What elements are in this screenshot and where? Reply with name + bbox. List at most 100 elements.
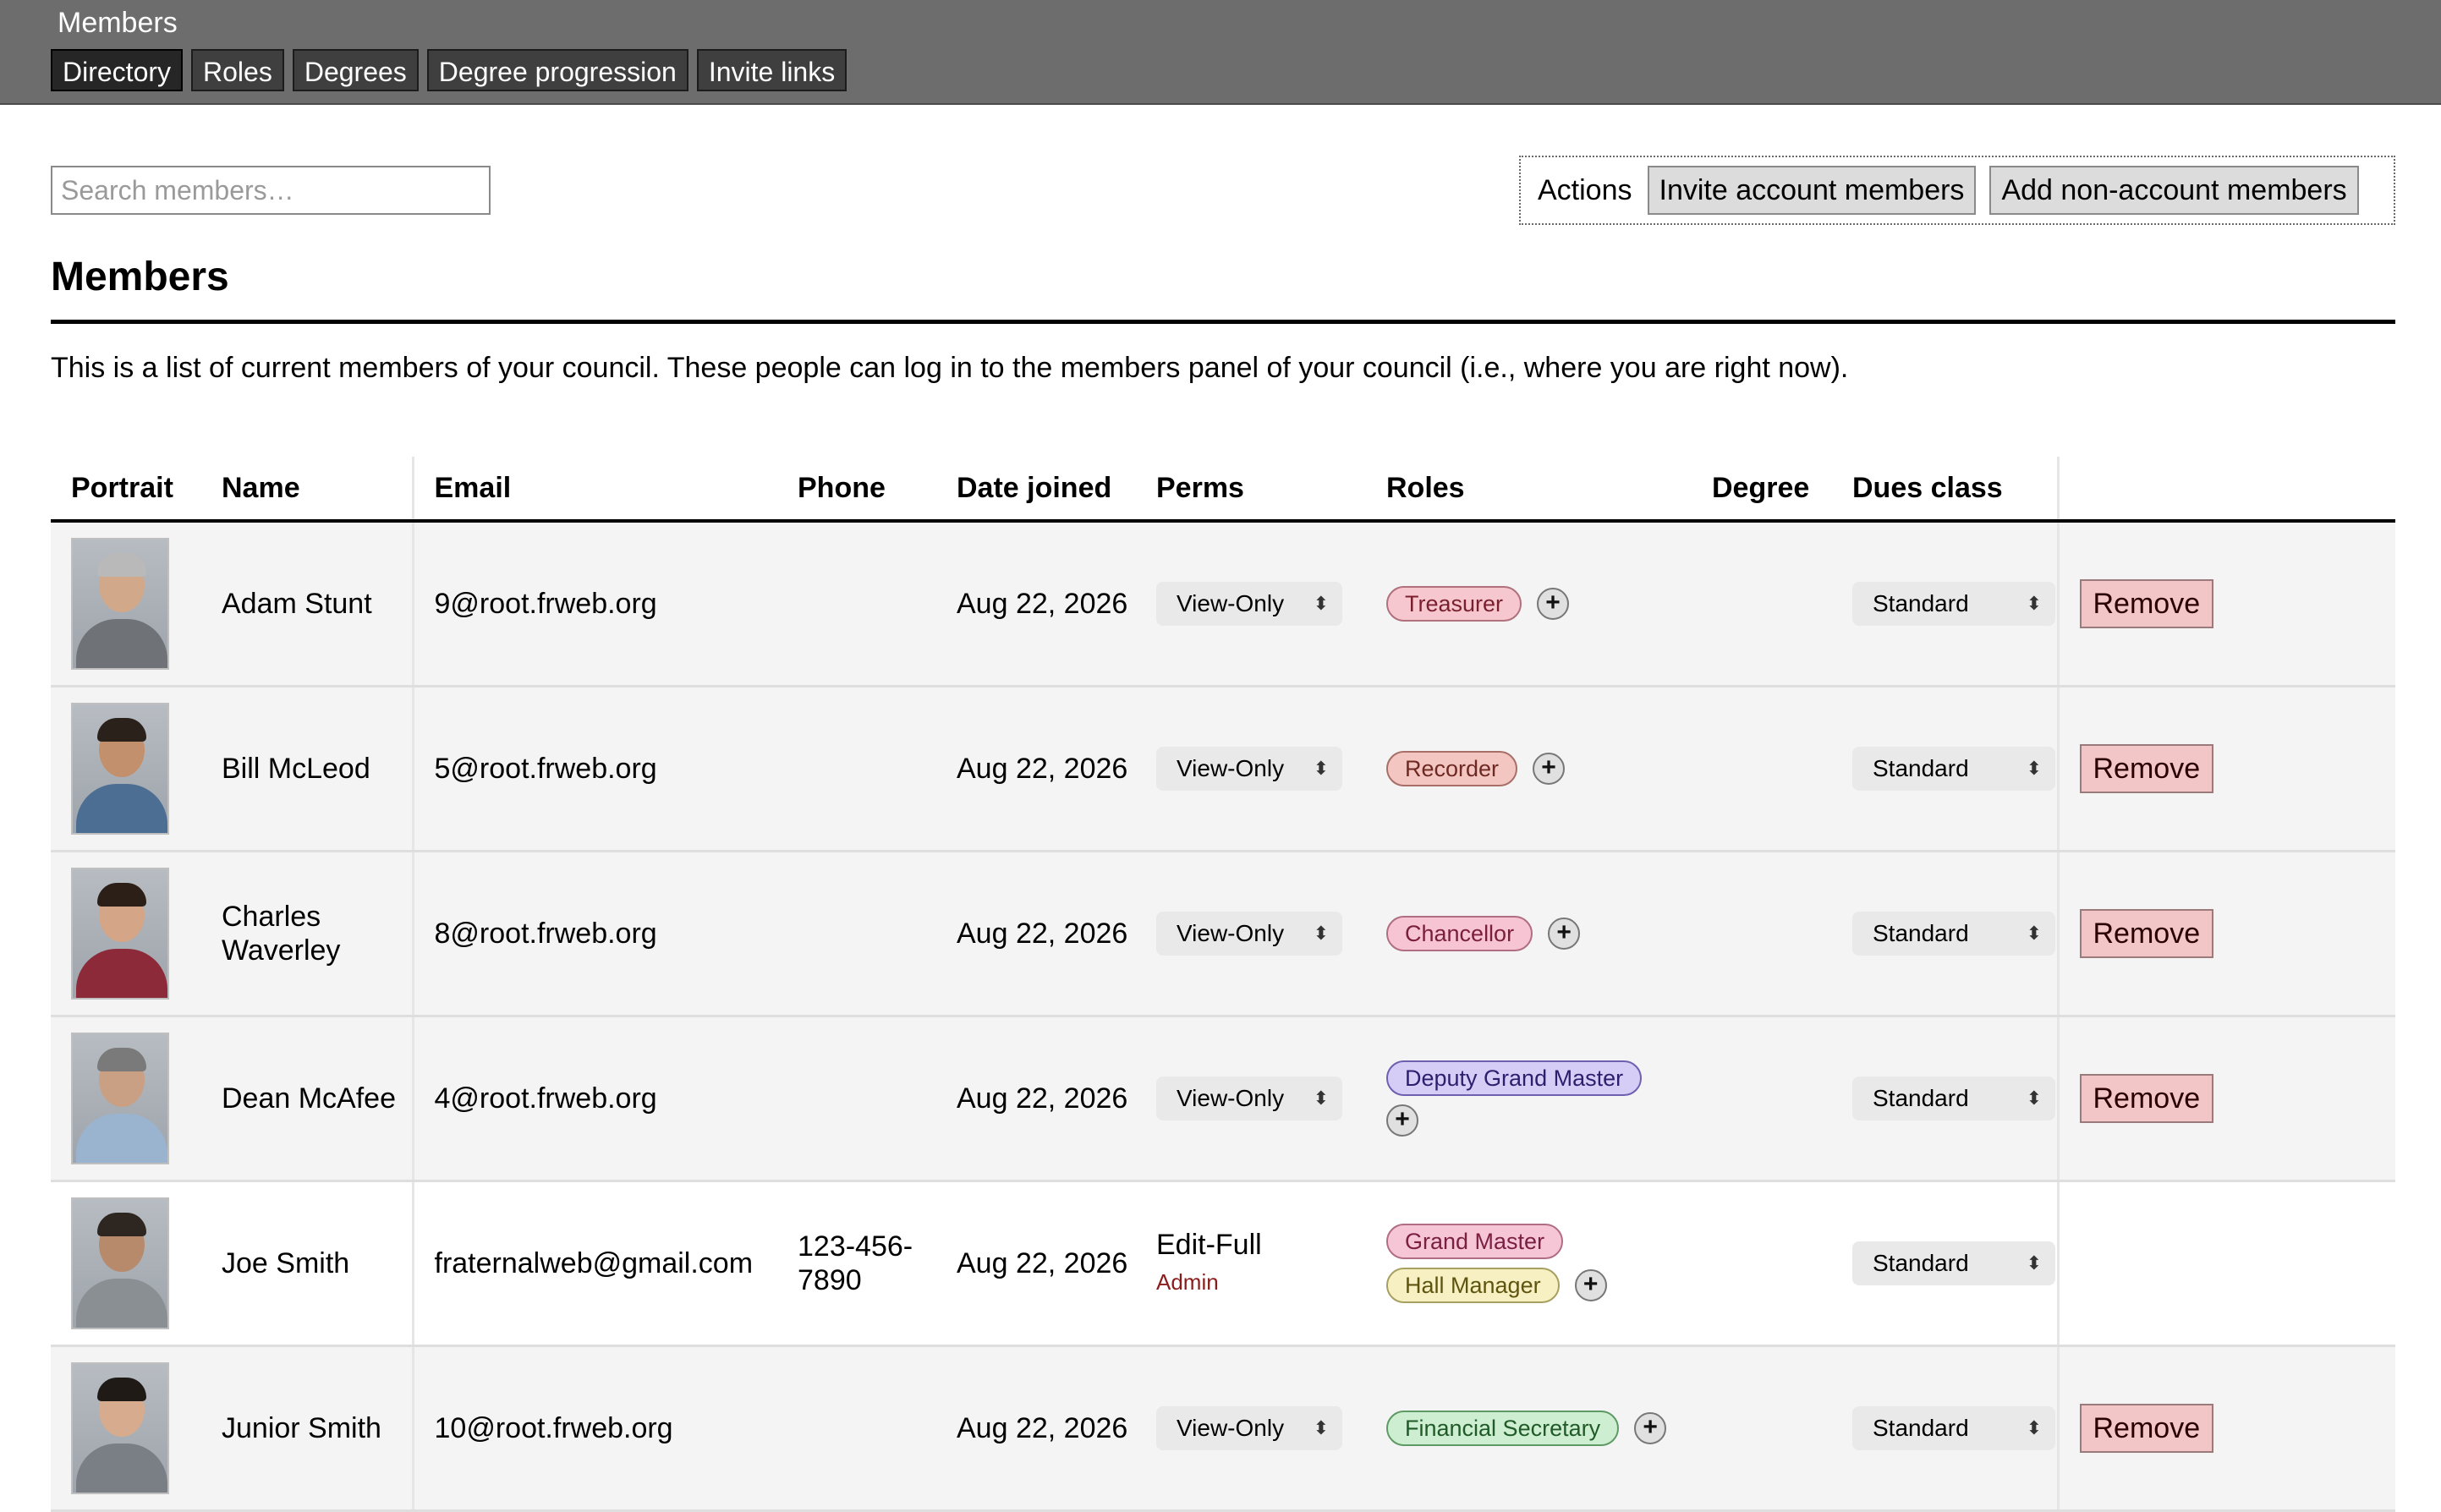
col-header-perms: Perms [1136, 457, 1366, 523]
perms-cell: Edit-Full Admin [1136, 1181, 1366, 1347]
col-header-email: Email [413, 457, 777, 523]
add-role-plus-icon[interactable]: + [1548, 918, 1581, 950]
role-badge[interactable]: Treasurer [1386, 586, 1522, 622]
perms-select[interactable]: View-Only ⬍ [1156, 1076, 1342, 1120]
dues-value: Standard [1873, 1250, 1969, 1276]
perms-cell: View-Only ⬍ [1136, 521, 1366, 688]
tab-degrees[interactable]: Degrees [292, 49, 419, 91]
dues-value: Standard [1873, 1415, 1969, 1441]
member-name: Junior Smith [201, 1345, 414, 1512]
role-badge[interactable]: Grand Master [1386, 1224, 1564, 1259]
member-name: Dean McAfee [201, 1016, 414, 1182]
top-bar: Members Directory Roles Degrees Degree p… [0, 0, 2441, 105]
add-role-plus-icon[interactable]: + [1634, 1412, 1667, 1444]
portrait-cell [51, 686, 201, 852]
member-name: Bill McLeod [201, 686, 414, 852]
add-role-plus-icon[interactable]: + [1386, 1104, 1418, 1137]
updown-chevron-icon: ⬍ [2026, 1252, 2042, 1274]
role-badge[interactable]: Recorder [1386, 751, 1518, 786]
dues-class-select[interactable]: Standard ⬍ [1852, 912, 2055, 956]
updown-chevron-icon: ⬍ [2026, 758, 2042, 779]
remove-member-button[interactable]: Remove [2079, 1404, 2214, 1453]
dues-cell: Standard ⬍ [1832, 521, 2060, 688]
member-date-joined: Aug 22, 2026 [936, 686, 1136, 852]
tab-roles[interactable]: Roles [191, 49, 284, 91]
actions-cell: Remove [2058, 686, 2395, 852]
member-email: 4@root.frweb.org [413, 1016, 777, 1182]
table-row: Charles Waverley 8@root.frweb.org Aug 22… [51, 851, 2395, 1017]
tab-directory[interactable]: Directory [51, 49, 184, 91]
roles-cell: Recorder + [1366, 686, 1692, 852]
updown-chevron-icon: ⬍ [2026, 1417, 2042, 1438]
role-badge[interactable]: Financial Secretary [1386, 1411, 1620, 1446]
dues-class-select[interactable]: Standard ⬍ [1852, 747, 2055, 791]
perms-value: View-Only [1177, 755, 1285, 781]
table-row: Bill McLeod 5@root.frweb.org Aug 22, 202… [51, 686, 2395, 852]
member-email: 8@root.frweb.org [413, 851, 777, 1017]
avatar [71, 1362, 169, 1494]
remove-member-button[interactable]: Remove [2079, 579, 2214, 628]
perms-value: View-Only [1177, 1085, 1285, 1111]
dues-class-select[interactable]: Standard ⬍ [1852, 582, 2055, 626]
dues-cell: Standard ⬍ [1832, 1016, 2060, 1182]
members-table: Portrait Name Email Phone Date joined Pe… [51, 457, 2395, 1512]
member-date-joined: Aug 22, 2026 [936, 1016, 1136, 1182]
perms-cell: View-Only ⬍ [1136, 851, 1366, 1017]
member-name: Adam Stunt [201, 521, 414, 688]
actions-label: Actions [1538, 173, 1632, 206]
remove-member-button[interactable]: Remove [2079, 1074, 2214, 1123]
perms-value: Edit-Full [1156, 1229, 1262, 1261]
dues-class-select[interactable]: Standard ⬍ [1852, 1241, 2055, 1285]
search-members-input[interactable] [51, 166, 491, 215]
perms-value: View-Only [1177, 1415, 1285, 1441]
perms-select[interactable]: View-Only ⬍ [1156, 1406, 1342, 1450]
perms-select[interactable]: View-Only ⬍ [1156, 912, 1342, 956]
member-phone [777, 1016, 936, 1182]
member-date-joined: Aug 22, 2026 [936, 1181, 1136, 1347]
member-name: Charles Waverley [201, 851, 414, 1017]
updown-chevron-icon: ⬍ [1313, 593, 1329, 614]
tab-invite-links[interactable]: Invite links [696, 49, 847, 91]
perms-select[interactable]: View-Only ⬍ [1156, 582, 1342, 626]
perms-value: View-Only [1177, 590, 1285, 616]
member-phone [777, 1345, 936, 1512]
role-badge[interactable]: Chancellor [1386, 916, 1533, 951]
portrait-cell [51, 1181, 201, 1347]
avatar [71, 703, 169, 835]
dues-value: Standard [1873, 920, 1969, 946]
tab-degree-progression[interactable]: Degree progression [426, 49, 688, 91]
col-header-actions [2058, 457, 2395, 523]
avatar [71, 1033, 169, 1164]
member-email: fraternalweb@gmail.com [413, 1181, 777, 1347]
table-row: Joe Smith fraternalweb@gmail.com 123-456… [51, 1181, 2395, 1347]
role-badge[interactable]: Deputy Grand Master [1386, 1060, 1643, 1096]
dues-class-select[interactable]: Standard ⬍ [1852, 1076, 2055, 1120]
add-role-plus-icon[interactable]: + [1574, 1269, 1607, 1301]
roles-cell: Chancellor + [1366, 851, 1692, 1017]
member-phone: 123-456-7890 [777, 1181, 936, 1347]
perms-select[interactable]: View-Only ⬍ [1156, 747, 1342, 791]
add-non-account-members-button[interactable]: Add non-account members [1989, 166, 2359, 215]
remove-member-button[interactable]: Remove [2079, 744, 2214, 793]
roles-cell: Treasurer + [1366, 521, 1692, 688]
actions-cell [2058, 1181, 2395, 1347]
table-row: Dean McAfee 4@root.frweb.org Aug 22, 202… [51, 1016, 2395, 1182]
remove-member-button[interactable]: Remove [2079, 909, 2214, 958]
portrait-cell [51, 1016, 201, 1182]
col-header-roles: Roles [1366, 457, 1692, 523]
add-role-plus-icon[interactable]: + [1537, 588, 1570, 620]
member-email: 5@root.frweb.org [413, 686, 777, 852]
invite-account-members-button[interactable]: Invite account members [1647, 166, 1977, 215]
member-date-joined: Aug 22, 2026 [936, 521, 1136, 688]
col-header-dues-class: Dues class [1832, 457, 2060, 523]
add-role-plus-icon[interactable]: + [1533, 753, 1566, 785]
perms-cell: View-Only ⬍ [1136, 1016, 1366, 1182]
member-degree [1692, 1016, 1832, 1182]
member-date-joined: Aug 22, 2026 [936, 851, 1136, 1017]
dues-class-select[interactable]: Standard ⬍ [1852, 1406, 2055, 1450]
dues-value: Standard [1873, 590, 1969, 616]
role-badge[interactable]: Hall Manager [1386, 1268, 1560, 1303]
dues-cell: Standard ⬍ [1832, 1345, 2060, 1512]
col-header-portrait: Portrait [51, 457, 201, 523]
member-degree [1692, 686, 1832, 852]
